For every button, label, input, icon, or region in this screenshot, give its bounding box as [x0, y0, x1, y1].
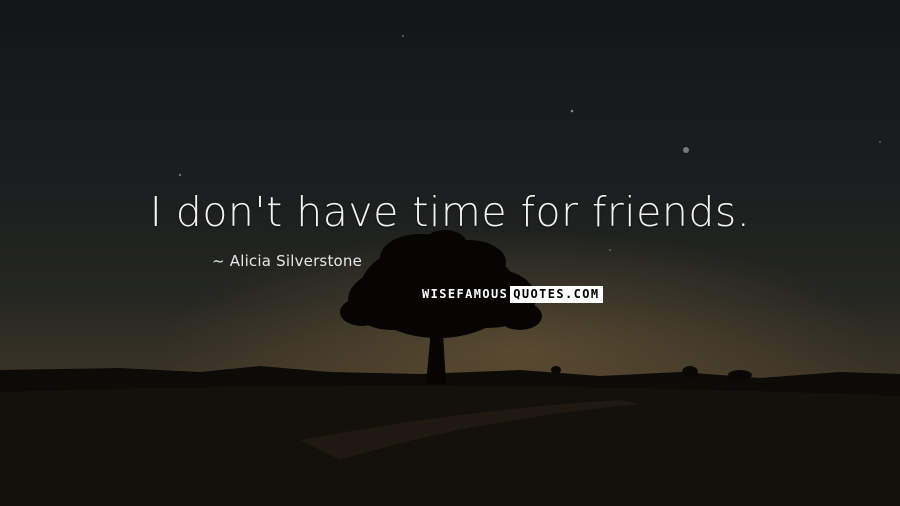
star: [879, 141, 881, 143]
watermark-part-b: QUOTES.COM: [510, 286, 603, 303]
star: [402, 35, 404, 37]
tree-canopy: [340, 230, 542, 338]
star: [178, 173, 182, 177]
field: [0, 385, 900, 506]
bush: [551, 366, 561, 374]
star: [609, 249, 611, 251]
watermark-part-a: WISEFAMOUS: [422, 287, 509, 301]
bush: [728, 370, 752, 380]
bush: [682, 366, 698, 378]
site-watermark-logo: WISEFAMOUS QUOTES.COM: [420, 286, 603, 303]
quote-text: I don't have time for friends.: [149, 188, 751, 236]
star: [570, 109, 574, 113]
star: [683, 147, 689, 153]
quote-author: ~ Alicia Silverstone: [212, 252, 363, 270]
night-landscape: [0, 35, 900, 506]
quote-image: I don't have time for friends. ~ Alicia …: [0, 0, 900, 506]
